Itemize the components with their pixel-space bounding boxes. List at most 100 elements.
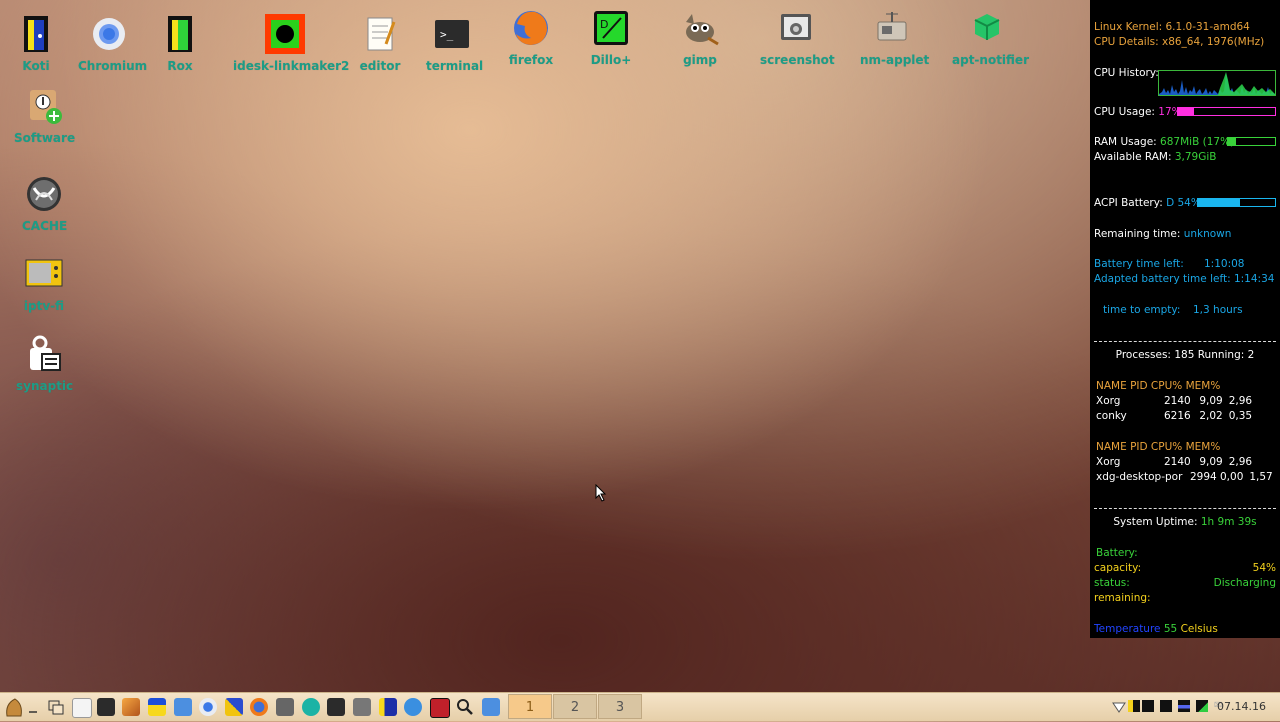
- svg-text:D: D: [600, 18, 608, 31]
- tray-network-icon[interactable]: [1196, 700, 1208, 712]
- icon-label: Chromium: [78, 59, 148, 73]
- tv-icon: [24, 254, 64, 294]
- desktop-icon-nm-applet[interactable]: nm-applet: [860, 8, 930, 67]
- desktop-icon-gimp[interactable]: gimp: [678, 8, 722, 67]
- kernel-line: Linux Kernel: 6.1.0-31-amd64: [1094, 21, 1250, 33]
- desktop-icon-editor[interactable]: editor: [358, 14, 402, 73]
- tray-wifi-icon[interactable]: [1112, 699, 1126, 718]
- desktop-icon-terminal[interactable]: >_ terminal: [426, 14, 483, 73]
- icon-label: Koti: [22, 59, 50, 73]
- launcher-app-aperture[interactable]: [302, 698, 320, 716]
- time-to-empty-line: time to empty: 1,3 hours: [1103, 304, 1243, 316]
- desktop-icon-iptv-fi[interactable]: iptv-fi: [22, 254, 66, 313]
- uptime-line: System Uptime: 1h 9m 39s: [1113, 516, 1257, 528]
- launcher-app-yellow[interactable]: [148, 698, 166, 716]
- desktop-icon-dillo[interactable]: D Dillo+: [589, 8, 633, 67]
- battery-bar: [1197, 198, 1276, 207]
- cpu-history-graph: [1158, 70, 1276, 96]
- icon-label: editor: [359, 59, 401, 73]
- icon-label: iptv-fi: [23, 299, 65, 313]
- package-icon: [967, 8, 1007, 48]
- tray-app-icon[interactable]: [1160, 700, 1172, 712]
- svg-text:>_: >_: [440, 28, 454, 41]
- workspace-1[interactable]: 1: [508, 694, 552, 719]
- launcher-app-cloud[interactable]: [404, 698, 422, 716]
- workspace-3[interactable]: 3: [598, 694, 642, 719]
- launcher-app-media[interactable]: [379, 698, 397, 716]
- conky-system-monitor: Linux Kernel: 6.1.0-31-amd64 CPU Details…: [1090, 0, 1280, 638]
- desktop-icon-firefox[interactable]: firefox: [508, 8, 554, 67]
- icon-label: Dillo+: [590, 53, 632, 67]
- tray-volume-icon[interactable]: [1178, 700, 1190, 712]
- icon-label: idesk-linkmaker2: [233, 59, 350, 73]
- table-row: Xorg 2140 9,09 2,96: [1096, 395, 1253, 407]
- icon-label: synaptic: [16, 379, 74, 393]
- door-icon: [16, 14, 56, 54]
- desktop-icon-idesk-linkmaker2[interactable]: idesk-linkmaker2: [233, 14, 350, 73]
- table-row: xdg-desktop-por 2994 0,00 1,57: [1096, 471, 1273, 483]
- gimp-icon: [680, 8, 720, 48]
- mouse-cursor-icon: [595, 483, 607, 506]
- launcher-app-red[interactable]: [430, 698, 450, 718]
- launcher-terminal[interactable]: [97, 698, 115, 716]
- cpu-usage-bar: [1177, 107, 1276, 116]
- start-menu-button[interactable]: [3, 696, 25, 718]
- desktop-icon-koti[interactable]: Koti: [16, 14, 56, 73]
- icon-label: CACHE: [22, 219, 68, 233]
- battery-heading: Battery:: [1096, 547, 1138, 559]
- window-list-button[interactable]: [47, 698, 65, 716]
- minimize-icon: [29, 711, 37, 713]
- launcher-text-editor[interactable]: [72, 698, 92, 718]
- icon-label: apt-notifier: [952, 53, 1029, 67]
- temperature-line: Temperature 55 Celsius: [1094, 623, 1218, 635]
- remaining-line: remaining:: [1094, 592, 1151, 604]
- launcher-search[interactable]: [456, 698, 474, 716]
- workspace-2[interactable]: 2: [553, 694, 597, 719]
- launcher-app-device[interactable]: [276, 698, 294, 716]
- icon-label: Rox: [167, 59, 193, 73]
- tray-battery-icon[interactable]: [1128, 700, 1140, 712]
- desktop-icon-chromium[interactable]: Chromium: [78, 14, 148, 73]
- launcher-chromium[interactable]: [199, 698, 217, 716]
- chromium-icon: [89, 14, 129, 54]
- launcher-app-shield[interactable]: [225, 698, 243, 716]
- launcher-app-run[interactable]: [327, 698, 345, 716]
- launcher-screenshot[interactable]: [353, 698, 371, 716]
- desktop-icon-software[interactable]: Software: [14, 86, 76, 145]
- icon-label: nm-applet: [860, 53, 930, 67]
- tray-app-icon[interactable]: [1142, 700, 1154, 712]
- cache-icon: [24, 174, 64, 214]
- launcher-folder[interactable]: [482, 698, 500, 716]
- table-row: Xorg 2140 9,09 2,96: [1096, 456, 1253, 468]
- software-install-icon: [24, 86, 64, 126]
- minimize-all-button[interactable]: [28, 699, 38, 715]
- launcher-file-manager[interactable]: [174, 698, 192, 716]
- network-icon: [872, 8, 912, 48]
- battery-time-left-line: Battery time left: 1:10:08: [1094, 258, 1245, 270]
- linkmaker-icon: [265, 14, 305, 54]
- table-row: conky 6216 2,02 0,35: [1096, 410, 1253, 422]
- mem-table-header: NAME PID CPU% MEM%: [1096, 441, 1221, 453]
- desktop-icon-rox[interactable]: Rox: [160, 14, 200, 73]
- icon-label: screenshot: [760, 53, 835, 67]
- available-ram-line: Available RAM: 3,79GiB: [1094, 151, 1217, 163]
- launcher-firefox[interactable]: [250, 698, 268, 716]
- ram-usage-bar: [1227, 137, 1276, 146]
- synaptic-icon: [24, 334, 64, 374]
- camera-icon: [776, 8, 816, 48]
- processes-line: Processes: 185 Running: 2: [1115, 349, 1255, 361]
- notepad-icon: [360, 14, 400, 54]
- launcher-app-orange[interactable]: [122, 698, 140, 716]
- search-icon: [457, 699, 473, 715]
- icon-label: Software: [14, 131, 76, 145]
- desktop-icon-screenshot[interactable]: screenshot: [760, 8, 835, 67]
- desktop-icon-cache[interactable]: CACHE: [22, 174, 68, 233]
- terminal-icon: >_: [432, 14, 472, 54]
- rox-door-icon: [160, 14, 200, 54]
- windows-icon: [48, 700, 64, 715]
- clock[interactable]: 07.14.16: [1217, 700, 1266, 713]
- taskbar: 1 2 3 ✉ 07.14.16: [0, 692, 1280, 721]
- desktop-icon-apt-notifier[interactable]: apt-notifier: [952, 8, 1029, 67]
- separator: [1094, 341, 1276, 342]
- desktop-icon-synaptic[interactable]: synaptic: [16, 334, 74, 393]
